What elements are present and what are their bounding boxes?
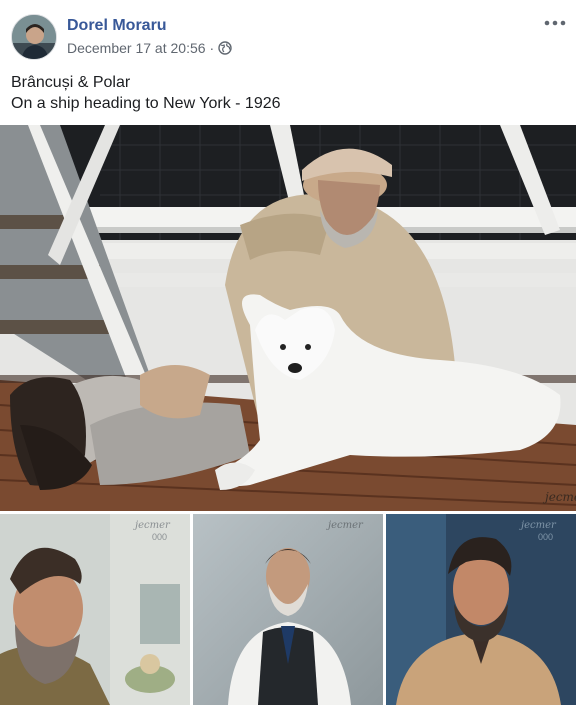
- post-text-line-1: Brâncuși & Polar: [11, 74, 131, 91]
- post-text: Brâncuși & Polar On a ship heading to Ne…: [11, 72, 281, 114]
- author-avatar[interactable]: [11, 14, 57, 60]
- svg-text:jecmer: jecmer: [326, 520, 364, 531]
- svg-text:000: 000: [538, 532, 553, 542]
- post-text-line-2: On a ship heading to New York - 1926: [11, 95, 281, 112]
- svg-text:000: 000: [152, 532, 167, 542]
- more-options-icon[interactable]: [543, 13, 567, 33]
- photo-portrait-2[interactable]: jecmer: [193, 514, 383, 705]
- author-name-link[interactable]: Dorel Moraru: [67, 17, 167, 35]
- svg-text:jecmer: jecmer: [542, 490, 576, 504]
- photo-thumbnail-row: jecmer 000 jecmer jecmer 000: [0, 514, 576, 705]
- svg-text:jecmer: jecmer: [519, 520, 557, 531]
- post-meta: December 17 at 20:56 ·: [67, 40, 232, 56]
- globe-icon[interactable]: [218, 41, 232, 55]
- meta-separator: ·: [209, 40, 215, 56]
- photo-portrait-1[interactable]: jecmer 000: [0, 514, 190, 705]
- photo-brancusi-and-dog-on-ship[interactable]: jecmer: [0, 125, 576, 511]
- svg-text:jecmer: jecmer: [133, 520, 171, 531]
- post-header: Dorel Moraru December 17 at 20:56 ·: [0, 0, 576, 66]
- photo-portrait-3[interactable]: jecmer 000: [386, 514, 576, 705]
- post-timestamp[interactable]: December 17 at 20:56: [67, 40, 206, 56]
